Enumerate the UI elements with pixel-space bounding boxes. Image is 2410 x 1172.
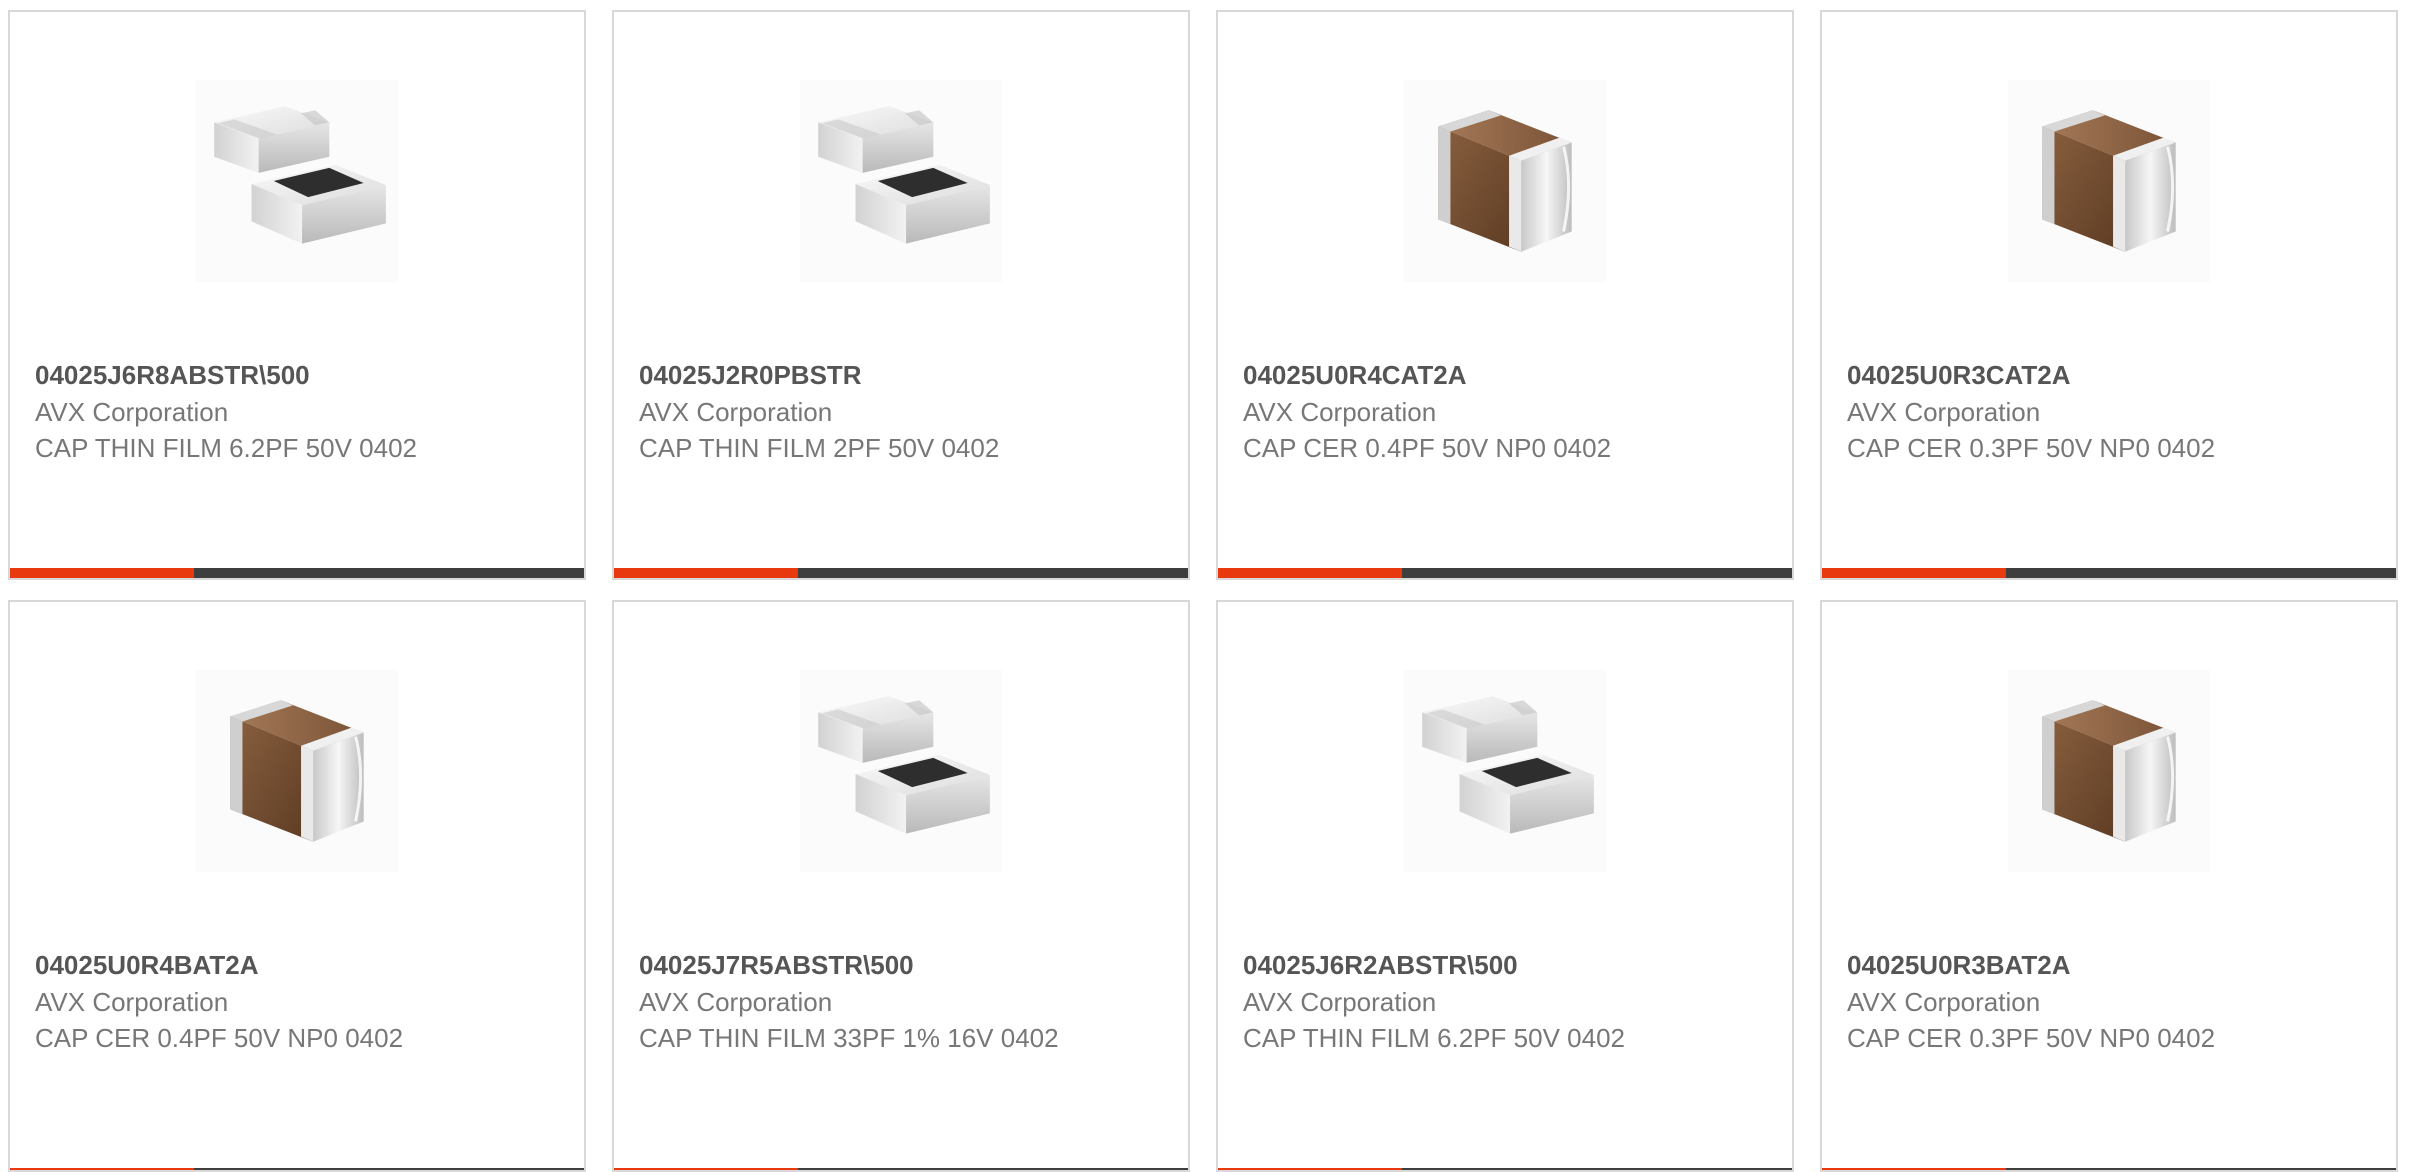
manufacturer-name: AVX Corporation [35, 397, 229, 427]
card-accent-strip [614, 1168, 798, 1170]
card-bottom-bar [10, 568, 584, 578]
manufacturer-name: AVX Corporation [1243, 397, 1437, 427]
product-card[interactable]: 04025J6R8ABSTR\500 AVX Corporation CAP T… [8, 10, 586, 580]
thin-film-capacitor-image[interactable] [196, 80, 398, 282]
product-description: CAP THIN FILM 2PF 50V 0402 [639, 433, 1000, 463]
card-accent-strip [1218, 1168, 1402, 1170]
card-accent-strip [1822, 1168, 2006, 1170]
product-info: 04025J6R2ABSTR\500 AVX Corporation CAP T… [1243, 947, 1683, 1056]
card-bottom-bar [10, 1168, 584, 1170]
product-card[interactable]: 04025U0R4BAT2A AVX Corporation CAP CER 0… [8, 600, 586, 1172]
product-card[interactable]: 04025J2R0PBSTR AVX Corporation CAP THIN … [612, 10, 1190, 580]
product-description: CAP CER 0.4PF 50V NP0 0402 [1243, 433, 1612, 463]
product-info: 04025U0R4CAT2A AVX Corporation CAP CER 0… [1243, 357, 1683, 466]
ceramic-capacitor-image[interactable] [2008, 670, 2210, 872]
card-bottom-bar [1218, 568, 1792, 578]
product-card[interactable]: 04025U0R4CAT2A AVX Corporation CAP CER 0… [1216, 10, 1794, 580]
product-info: 04025J6R8ABSTR\500 AVX Corporation CAP T… [35, 357, 475, 466]
part-number-link[interactable]: 04025U0R4CAT2A [1243, 357, 1683, 394]
manufacturer-name: AVX Corporation [1243, 987, 1437, 1017]
product-card[interactable]: 04025J6R2ABSTR\500 AVX Corporation CAP T… [1216, 600, 1794, 1172]
product-info: 04025U0R3BAT2A AVX Corporation CAP CER 0… [1847, 947, 2287, 1056]
ceramic-capacitor-image[interactable] [2008, 80, 2210, 282]
ceramic-capacitor-image[interactable] [196, 670, 398, 872]
part-number-link[interactable]: 04025U0R4BAT2A [35, 947, 475, 984]
manufacturer-name: AVX Corporation [1847, 987, 2041, 1017]
product-info: 04025U0R4BAT2A AVX Corporation CAP CER 0… [35, 947, 475, 1056]
product-card[interactable]: 04025J7R5ABSTR\500 AVX Corporation CAP T… [612, 600, 1190, 1172]
card-bottom-bar [614, 568, 1188, 578]
product-info: 04025U0R3CAT2A AVX Corporation CAP CER 0… [1847, 357, 2287, 466]
part-number-link[interactable]: 04025J2R0PBSTR [639, 357, 1079, 394]
card-accent-strip [614, 568, 798, 578]
product-card[interactable]: 04025U0R3CAT2A AVX Corporation CAP CER 0… [1820, 10, 2398, 580]
manufacturer-name: AVX Corporation [35, 987, 229, 1017]
part-number-link[interactable]: 04025U0R3BAT2A [1847, 947, 2287, 984]
product-description: CAP THIN FILM 33PF 1% 16V 0402 [639, 1023, 1059, 1053]
product-grid: 04025J6R8ABSTR\500 AVX Corporation CAP T… [0, 0, 2410, 1172]
ceramic-capacitor-image[interactable] [1404, 80, 1606, 282]
product-info: 04025J7R5ABSTR\500 AVX Corporation CAP T… [639, 947, 1079, 1056]
product-description: CAP CER 0.3PF 50V NP0 0402 [1847, 1023, 2216, 1053]
card-bottom-bar [1822, 568, 2396, 578]
product-info: 04025J2R0PBSTR AVX Corporation CAP THIN … [639, 357, 1079, 466]
card-accent-strip [10, 568, 194, 578]
part-number-link[interactable]: 04025J6R8ABSTR\500 [35, 357, 475, 394]
manufacturer-name: AVX Corporation [639, 397, 833, 427]
product-description: CAP THIN FILM 6.2PF 50V 0402 [35, 433, 417, 463]
product-description: CAP THIN FILM 6.2PF 50V 0402 [1243, 1023, 1625, 1053]
part-number-link[interactable]: 04025J7R5ABSTR\500 [639, 947, 1079, 984]
thin-film-capacitor-image[interactable] [800, 80, 1002, 282]
thin-film-capacitor-image[interactable] [800, 670, 1002, 872]
part-number-link[interactable]: 04025U0R3CAT2A [1847, 357, 2287, 394]
thin-film-capacitor-image[interactable] [1404, 670, 1606, 872]
card-bottom-bar [1218, 1168, 1792, 1170]
card-bottom-bar [1822, 1168, 2396, 1170]
part-number-link[interactable]: 04025J6R2ABSTR\500 [1243, 947, 1683, 984]
card-bottom-bar [614, 1168, 1188, 1170]
manufacturer-name: AVX Corporation [1847, 397, 2041, 427]
card-accent-strip [1218, 568, 1402, 578]
product-description: CAP CER 0.3PF 50V NP0 0402 [1847, 433, 2216, 463]
card-accent-strip [1822, 568, 2006, 578]
product-card[interactable]: 04025U0R3BAT2A AVX Corporation CAP CER 0… [1820, 600, 2398, 1172]
product-description: CAP CER 0.4PF 50V NP0 0402 [35, 1023, 404, 1053]
card-accent-strip [10, 1168, 194, 1170]
manufacturer-name: AVX Corporation [639, 987, 833, 1017]
